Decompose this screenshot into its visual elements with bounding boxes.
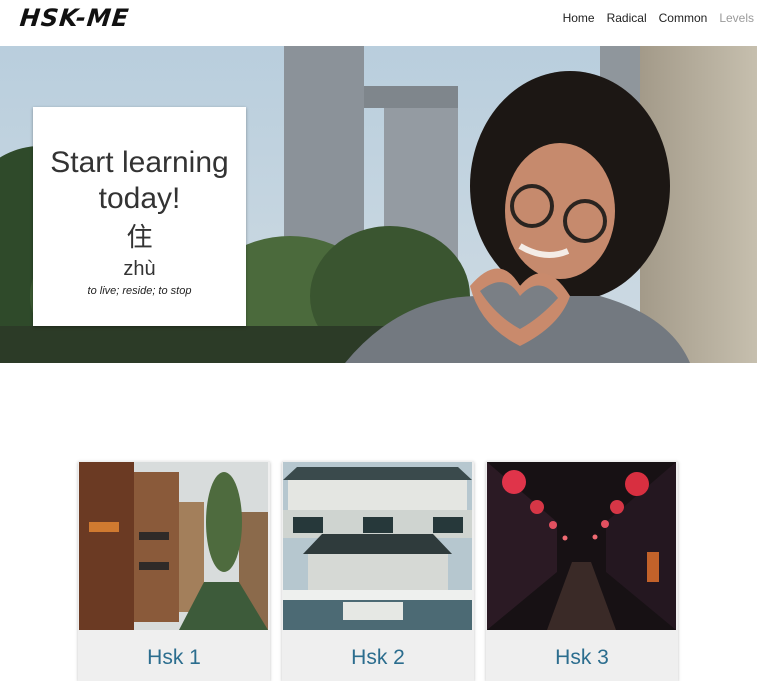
nav-home[interactable]: Home — [557, 11, 601, 25]
hero-word-card: Start learning today! 住 zhù to live; res… — [33, 107, 246, 326]
level-card-hsk1[interactable]: Hsk 1 — [78, 461, 270, 681]
hero-meaning: to live; reside; to stop — [87, 285, 192, 297]
nav-levels[interactable]: Levels — [713, 11, 760, 25]
level-label[interactable]: Hsk 2 — [282, 646, 474, 670]
main-nav: Home Radical Common Levels — [557, 11, 760, 25]
hero-title: Start learning today! — [50, 146, 229, 215]
brand-logo[interactable]: HSK-ME — [19, 4, 131, 32]
hero-pinyin: zhù — [123, 258, 156, 280]
level-label[interactable]: Hsk 1 — [78, 646, 270, 670]
level-card-hsk3[interactable]: Hsk 3 — [486, 461, 678, 681]
nav-radical[interactable]: Radical — [601, 11, 653, 25]
lantern-alley-image — [487, 462, 676, 630]
canal-village-image — [79, 462, 268, 630]
level-card-hsk2[interactable]: Hsk 2 — [282, 461, 474, 681]
navbar: HSK-ME Home Radical Common Levels — [0, 0, 764, 46]
temple-building-image — [283, 462, 472, 630]
nav-common[interactable]: Common — [653, 11, 714, 25]
level-label[interactable]: Hsk 3 — [486, 646, 678, 670]
hero-character: 住 — [126, 223, 153, 253]
hero-banner: Start learning today! 住 zhù to live; res… — [0, 46, 757, 363]
